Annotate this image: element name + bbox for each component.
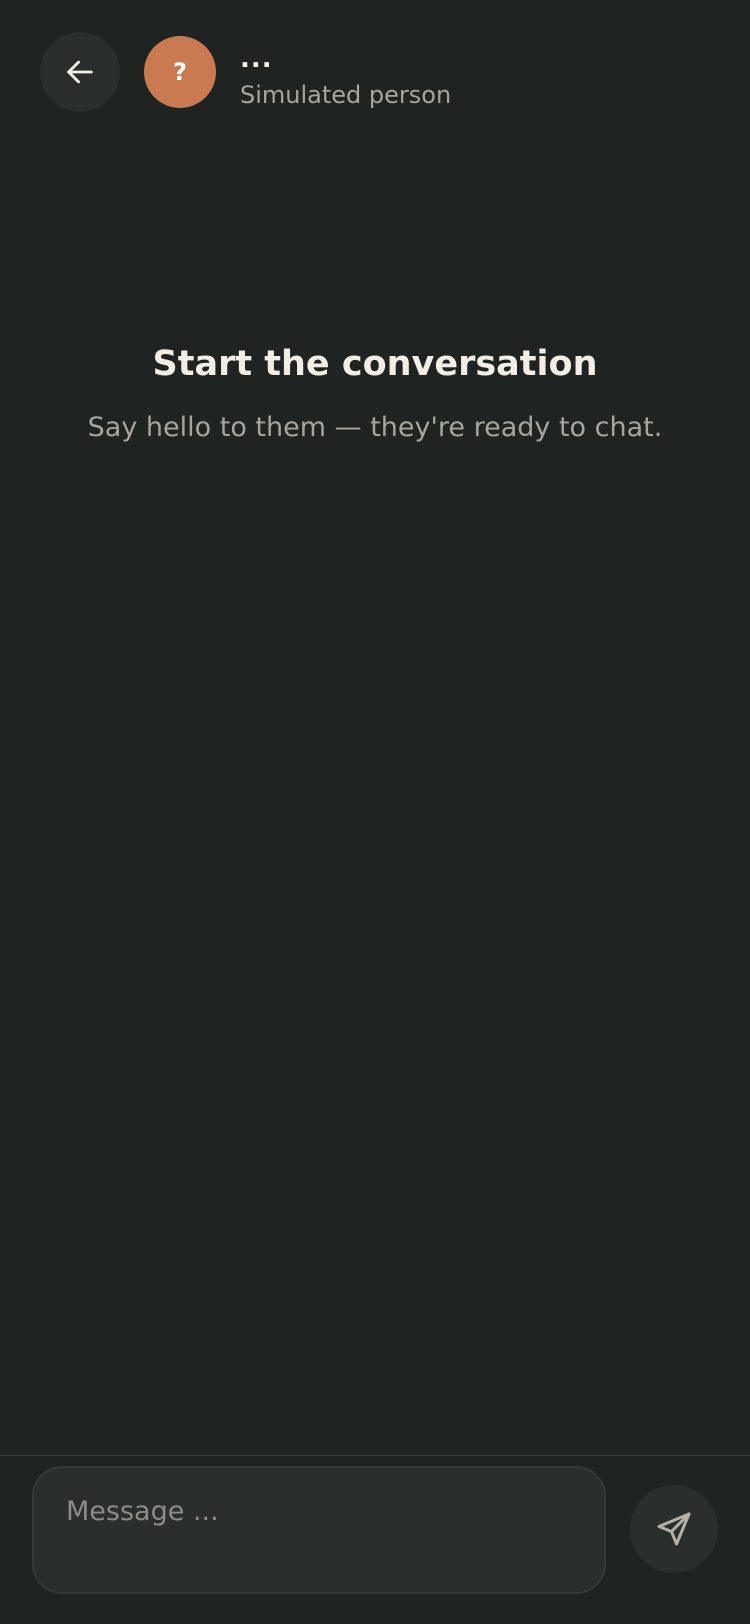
send-icon — [657, 1512, 691, 1546]
empty-state: Start the conversation Say hello to them… — [0, 340, 750, 448]
empty-state-title: Start the conversation — [152, 344, 598, 384]
empty-state-subtitle: Say hello to them — they're ready to cha… — [87, 412, 663, 443]
back-button[interactable] — [40, 32, 120, 112]
arrow-left-icon — [67, 60, 93, 84]
message-input[interactable] — [32, 1466, 606, 1594]
contact-name: ... — [240, 44, 273, 74]
chat-screen: ? ... Simulated person Start the convers… — [0, 0, 750, 1624]
chat-header: ? ... Simulated person — [0, 0, 750, 145]
avatar[interactable]: ? — [144, 36, 216, 108]
send-button[interactable] — [630, 1485, 718, 1573]
contact-subtitle: Simulated person — [240, 81, 452, 109]
avatar-initial: ? — [173, 58, 187, 86]
message-composer — [0, 1455, 750, 1624]
